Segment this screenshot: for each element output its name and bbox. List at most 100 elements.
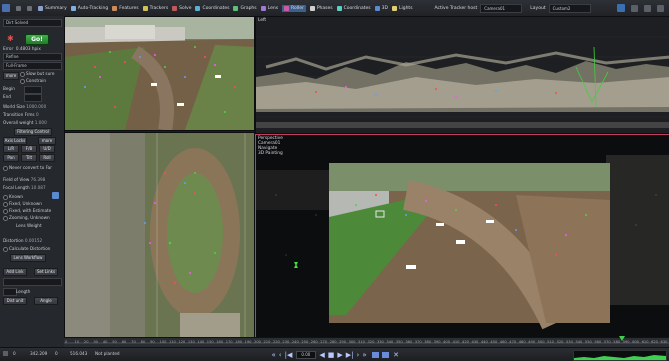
shot-dropdown[interactable]: Dirt Solved (3, 19, 62, 27)
length-field[interactable] (3, 288, 17, 296)
focal-length-value[interactable]: 10.087 (31, 185, 46, 190)
more-button[interactable]: more (3, 72, 19, 80)
overall-weight-value[interactable]: 1.000 (35, 120, 47, 125)
world-size-value[interactable]: 1000.000 (26, 104, 46, 109)
toolbar-room-7[interactable]: Lens (260, 5, 278, 11)
never-convert-checkbox[interactable] (3, 166, 8, 171)
toolbar-room-2[interactable]: Features (112, 5, 139, 11)
toolbar-room-11[interactable]: 3D (374, 5, 388, 11)
trackers-icon (142, 5, 148, 11)
stop-button[interactable]: ■ (328, 351, 335, 359)
known-radio-1[interactable] (3, 202, 8, 207)
add-link-button[interactable]: Add Link (3, 268, 27, 276)
step-forward-button[interactable]: › (357, 351, 360, 359)
timeline-tick-label: 440 (480, 340, 488, 344)
rewind-start-button[interactable]: « (272, 351, 276, 359)
solve-error-graph[interactable] (573, 350, 667, 361)
auto-tracking-icon (70, 5, 76, 11)
lock-lr-button[interactable]: L/R (3, 145, 19, 153)
axis-locks-more-button[interactable]: more (38, 137, 56, 145)
toolbar-room-9[interactable]: Phases (309, 5, 333, 11)
toolbar-room-10[interactable]: Coordinates (336, 5, 371, 11)
toolbar-room-8[interactable]: Roller (282, 4, 306, 12)
step-back-button[interactable]: ‹ (279, 351, 282, 359)
axis-locks-button[interactable]: Axis Locks (3, 137, 27, 145)
minimize-icon[interactable] (644, 4, 653, 12)
field-of-view-value[interactable]: 76.398 (31, 177, 46, 182)
top-viewport[interactable] (64, 132, 255, 349)
lock-ud-button[interactable]: U/D (39, 145, 55, 153)
go-button[interactable]: Go! (25, 34, 49, 45)
transition-frms-value[interactable]: 0 (36, 112, 39, 117)
playback-controls: « ‹ |◀ 0.00 ◀ ■ ▶ ▶| › » ✕ (270, 349, 399, 360)
view-icon[interactable] (617, 4, 627, 12)
timeline-tick-label: 420 (462, 340, 469, 344)
active-tracker-dropdown[interactable]: Camera01 (480, 3, 523, 13)
distortion-value[interactable]: 0.00152 (25, 238, 42, 243)
pause-icon[interactable] (631, 4, 640, 12)
close-icon[interactable]: ✕ (393, 351, 399, 359)
known-radio-3[interactable] (3, 216, 8, 221)
constrain-checkbox[interactable] (20, 79, 25, 84)
toolbar-room-12[interactable]: Lights (391, 5, 413, 11)
angle-button[interactable]: Angle (34, 297, 58, 305)
playhead-marker[interactable] (619, 336, 625, 341)
lens-workflow-button[interactable]: Lens Workflow (10, 254, 46, 262)
lock-fb-button[interactable]: F/B (21, 145, 37, 153)
toolbar-room-6[interactable]: Graphs (233, 5, 257, 11)
next-key-button[interactable]: ▶| (346, 351, 354, 359)
frame-number-field[interactable]: 0.00 (295, 350, 316, 359)
timeline-tick-label: 310 (358, 340, 365, 344)
camera-view-image (65, 17, 254, 130)
begin-field[interactable] (24, 86, 42, 94)
bounce-icon[interactable] (382, 351, 390, 358)
timeline-tick-label: 60 (121, 340, 127, 344)
solver-mode-dropdown[interactable]: Refine (3, 53, 62, 61)
left-viewport[interactable]: Left (255, 16, 669, 134)
frame-icon[interactable] (3, 351, 8, 356)
camera-viewport[interactable] (64, 16, 255, 131)
calc-distortion-checkbox[interactable] (3, 247, 8, 252)
timeline-tick-label: 180 (235, 340, 243, 344)
toolbar-room-0[interactable]: Summary (38, 5, 67, 11)
prev-key-button[interactable]: |◀ (285, 351, 293, 359)
undo-icon[interactable] (16, 5, 23, 11)
toolbar-room-5[interactable]: Coordinates (195, 5, 229, 11)
status-bar: 0 342.209 0 516.043 Not planted « ‹ |◀ 0… (0, 347, 669, 361)
link-dropdown[interactable] (3, 278, 62, 286)
redo-icon[interactable] (27, 5, 34, 11)
timeline-tick-label: 70 (131, 340, 136, 344)
known-radio-2[interactable] (3, 209, 8, 214)
maximize-icon[interactable] (657, 4, 666, 12)
perspective-viewport[interactable]: Perspective Camera01 Navigate 3D Paintin… (255, 134, 669, 339)
lock-tilt-button[interactable]: Tilt (21, 154, 37, 162)
lens-preset-icon[interactable] (52, 192, 59, 199)
dist-unit-button[interactable]: Dist unit (3, 297, 27, 305)
layout-dropdown[interactable]: Custom2 (548, 3, 591, 13)
lock-roll-button[interactable]: Roll (39, 154, 55, 162)
solver-panel: Dirt Solved ✱ Go! Error 0.4803 hpix Refi… (0, 16, 65, 347)
play-button[interactable]: ▶ (337, 351, 342, 359)
toolbar-room-3[interactable]: Trackers (142, 5, 168, 11)
overall-weight-label: Overall weight 1.000 (3, 120, 47, 125)
timeline-tick-label: 0 (65, 340, 68, 344)
filtering-control-button[interactable]: Filtering Control (14, 128, 52, 136)
play-back-button[interactable]: ◀ (319, 351, 324, 359)
timeline-tick-label: 280 (329, 340, 337, 344)
timeline-tick-label: 360 (405, 340, 413, 344)
set-links-button[interactable]: Set Links (34, 268, 58, 276)
solver-sub-dropdown[interactable]: Full-Frame (3, 62, 62, 70)
point-cloud-left (256, 36, 669, 128)
timeline-tick-label: 530 (566, 340, 573, 344)
toolbar-room-4[interactable]: Solve (172, 5, 191, 11)
slow-but-sure-checkbox[interactable] (20, 72, 25, 77)
end-field[interactable] (24, 94, 42, 102)
forward-end-button[interactable]: » (362, 351, 366, 359)
known-radio-0[interactable] (3, 195, 8, 200)
timeline-tick-label: 230 (282, 340, 290, 344)
loop-icon[interactable] (372, 351, 380, 358)
app-menu-icon[interactable] (2, 4, 12, 12)
timeline-tick-label: 40 (102, 340, 108, 344)
toolbar-room-1[interactable]: Auto-Tracking (70, 5, 108, 11)
lock-pan-button[interactable]: Pan (3, 154, 19, 162)
